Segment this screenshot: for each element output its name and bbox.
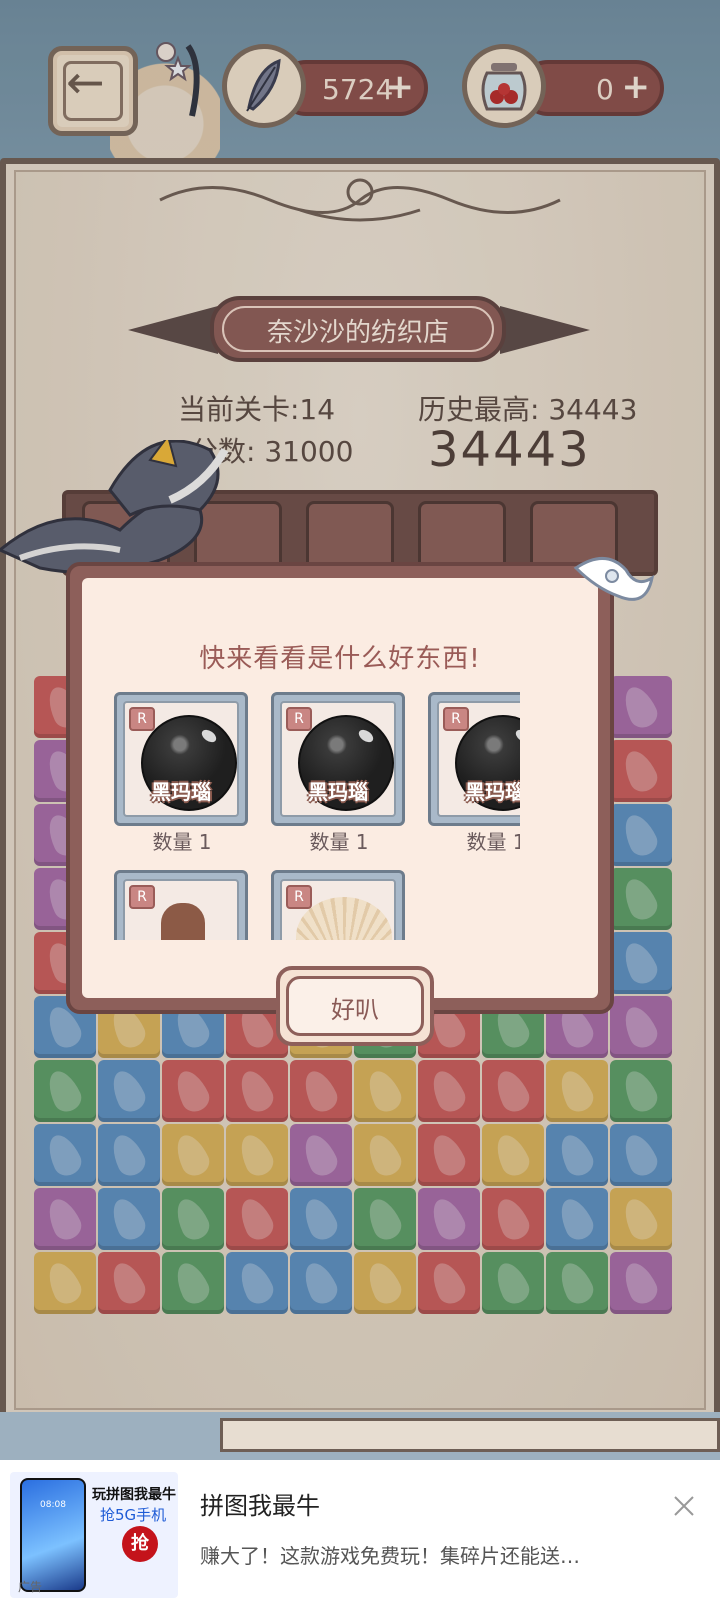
rarity-badge: R [129, 885, 155, 909]
item-quantity: 数量 1 [466, 830, 520, 854]
phone-time: 08:08 [40, 1500, 66, 1510]
bottom-shelf [220, 1418, 720, 1452]
close-icon[interactable] [672, 1494, 696, 1518]
ad-title[interactable]: 拼图我最牛 [200, 1486, 320, 1521]
card-inner: R 黑玛瑙 [280, 701, 396, 817]
ok-button-label: 好叭 [331, 996, 379, 1024]
reward-dialog-title: 快来看看是什么好东西! [199, 644, 481, 674]
rarity-badge: R [129, 707, 155, 731]
ad-description[interactable]: 赚大了！这款游戏免费玩！集碎片还能送… [200, 1540, 580, 1569]
reward-item-card[interactable]: R 黑玛瑙 [428, 692, 520, 826]
leather-glove-icon [161, 903, 205, 940]
reward-item-card[interactable]: R [114, 870, 248, 940]
item-name: 黑玛瑙 [151, 780, 211, 804]
reward-item-list: R 黑玛瑙 数量 1 R 黑玛瑙 数量 1 R 黑玛瑙 数量 1 R R [100, 680, 520, 940]
item-quantity: 数量 1 [152, 830, 212, 854]
ad-tag: 广告 [18, 1580, 43, 1594]
reward-item-card[interactable]: R 黑玛瑙 [271, 692, 405, 826]
item-name: 黑玛瑙 [308, 780, 368, 804]
item-name: 黑玛瑙 [465, 780, 520, 804]
ad-image-headline: 玩拼图我最牛 [92, 1487, 176, 1503]
reward-item-card[interactable]: R 黑玛瑙 [114, 692, 248, 826]
ribbon-bow-icon [573, 557, 655, 601]
item-quantity: 数量 1 [309, 830, 369, 854]
ad-image-subline: 抢5G手机 [100, 1506, 167, 1524]
reward-item-card[interactable]: R [271, 870, 405, 940]
rarity-badge: R [286, 707, 312, 731]
card-inner: R [123, 879, 239, 940]
phone-image: 08:08 [20, 1478, 86, 1592]
card-inner: R 黑玛瑙 [437, 701, 520, 817]
card-inner: R [280, 879, 396, 940]
card-inner: R 黑玛瑙 [123, 701, 239, 817]
ok-button[interactable]: 好叭 [276, 966, 434, 1046]
grab-badge: 抢 [122, 1526, 158, 1562]
rarity-badge: R [286, 885, 312, 909]
rarity-badge: R [443, 707, 469, 731]
